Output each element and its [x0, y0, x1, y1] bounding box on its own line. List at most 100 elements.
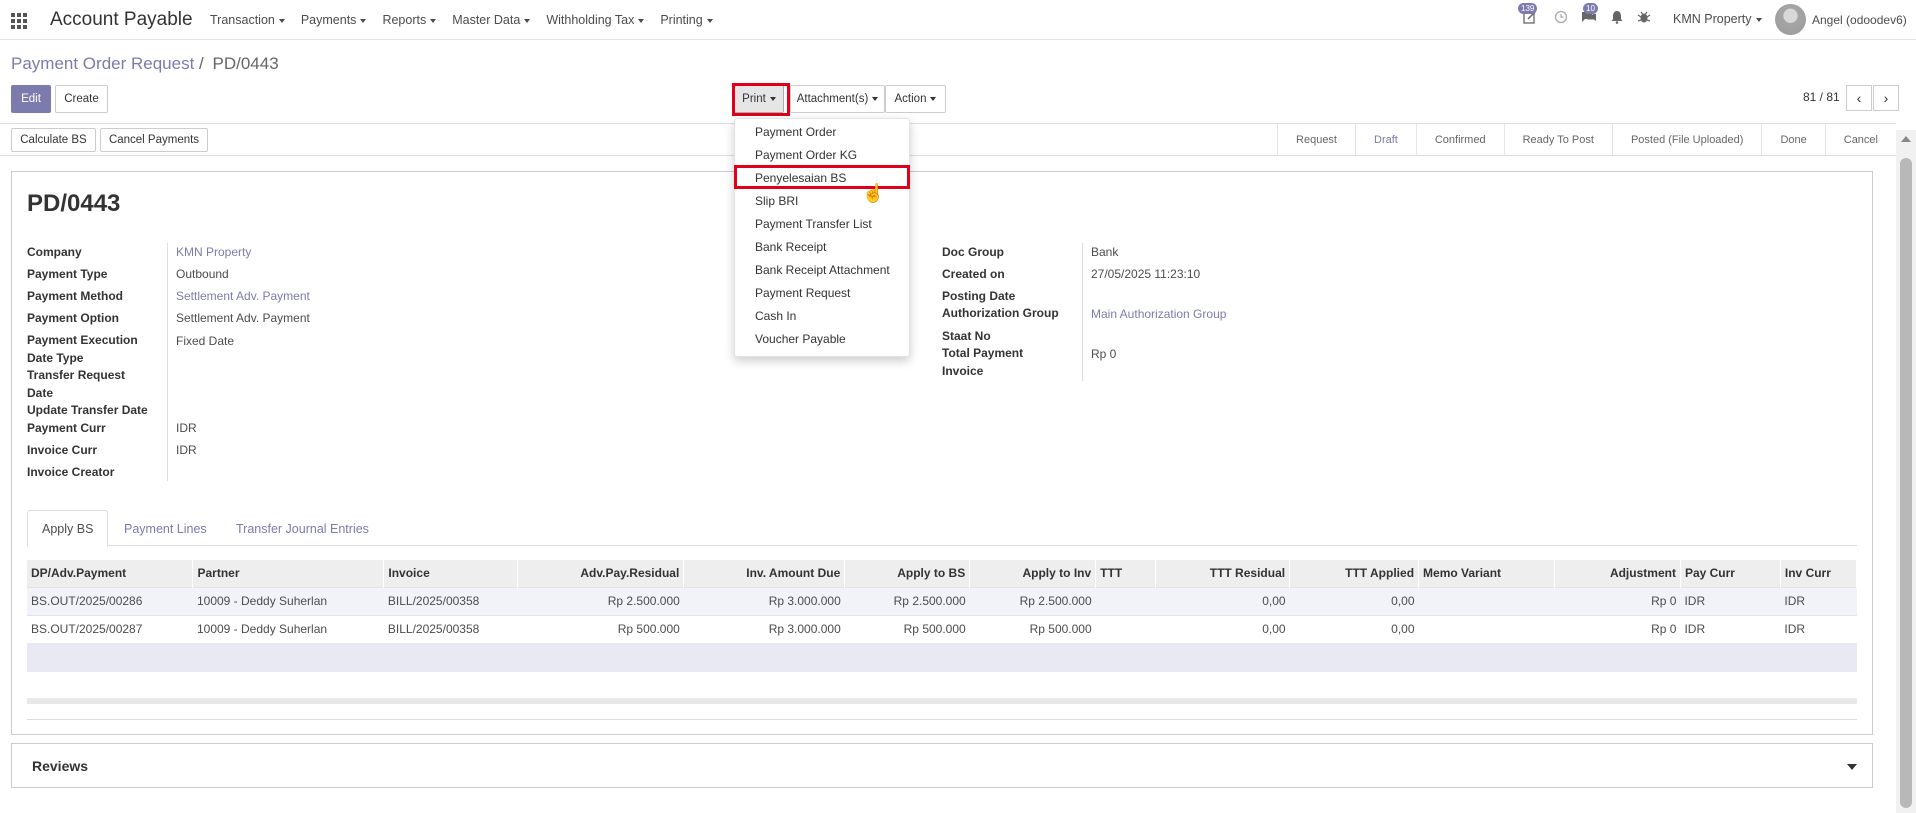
column-header[interactable]: TTT Applied [1289, 560, 1420, 587]
table-row[interactable]: BS.OUT/2025/00287 10009 - Deddy Suherlan… [27, 614, 1857, 643]
column-header[interactable]: Apply to Inv [969, 560, 1097, 587]
exec-date-type-label: Payment Execution Date Type [27, 333, 138, 365]
table-header-row: DP/Adv.Payment Partner Invoice Adv.Pay.R… [27, 560, 1858, 587]
print-item-voucher-payable[interactable]: Voucher Payable [755, 332, 846, 346]
column-header[interactable]: DP/Adv.Payment [27, 560, 194, 587]
authorization-group-value[interactable]: Main Authorization Group [1091, 307, 1226, 321]
apps-menu-icon[interactable] [11, 13, 27, 29]
notebook-tabs: Apply BS Payment Lines Transfer Journal … [27, 510, 1857, 547]
staat-no-label: Staat No [942, 329, 991, 343]
create-button[interactable]: Create [55, 85, 108, 113]
company-value[interactable]: KMN Property [176, 245, 251, 259]
column-header[interactable]: Adjustment [1554, 560, 1681, 587]
table-cell: IDR [1680, 614, 1781, 643]
table-cell: 0,00 [1155, 586, 1290, 615]
pager-value[interactable]: 81 / 81 [1803, 90, 1840, 104]
stage-cancel[interactable]: Cancel [1824, 124, 1896, 155]
menu-master-data[interactable]: Master Data [452, 13, 531, 27]
exec-date-type-value: Fixed Date [176, 334, 235, 348]
breadcrumb-parent[interactable]: Payment Order Request [11, 54, 194, 73]
created-on-label: Created on [942, 267, 1005, 281]
stage-confirmed[interactable]: Confirmed [1415, 124, 1504, 155]
table-cell: BS.OUT/2025/00287 [27, 614, 193, 643]
chevron-down-icon [430, 18, 437, 23]
column-header[interactable]: Memo Variant [1418, 560, 1555, 587]
tab-apply-bs[interactable]: Apply BS [27, 510, 109, 547]
attachments-button[interactable]: Attachment(s) [790, 85, 885, 113]
print-item-cash-in[interactable]: Cash In [755, 309, 796, 323]
reviews-section[interactable]: Reviews [11, 743, 1873, 788]
column-header[interactable]: Invoice [383, 560, 519, 587]
hand-cursor-icon: ☝ [862, 183, 885, 203]
payment-method-value[interactable]: Settlement Adv. Payment [176, 289, 310, 303]
bell-icon[interactable] [1610, 10, 1624, 27]
print-item-payment-order-kg[interactable]: Payment Order KG [755, 148, 857, 162]
avatar[interactable] [1775, 4, 1806, 35]
user-menu[interactable]: Angel (odoodev6) [1812, 13, 1907, 27]
column-header[interactable]: Adv.Pay.Residual [517, 560, 685, 587]
column-header[interactable]: Partner [192, 560, 385, 587]
stage-ready-to-post[interactable]: Ready To Post [1503, 124, 1612, 155]
action-button[interactable]: Action [885, 85, 946, 113]
column-header[interactable]: TTT [1095, 560, 1157, 587]
chevron-down-icon [930, 97, 937, 101]
scroll-up-icon[interactable] [1901, 136, 1911, 142]
chevron-down-icon [706, 18, 713, 23]
print-item-payment-order[interactable]: Payment Order [755, 125, 836, 139]
calculate-bs-button[interactable]: Calculate BS [11, 128, 96, 152]
tab-payment-lines[interactable]: Payment Lines [110, 510, 221, 547]
doc-group-value: Bank [1091, 245, 1119, 259]
table-footer [27, 698, 1857, 704]
chevron-down-icon [872, 97, 879, 101]
cancel-payments-button[interactable]: Cancel Payments [100, 128, 208, 152]
print-item-payment-transfer-list[interactable]: Payment Transfer List [755, 217, 872, 231]
payment-option-value: Settlement Adv. Payment [176, 311, 310, 325]
breadcrumb-separator: / [199, 54, 204, 73]
bug-icon[interactable] [1637, 10, 1651, 27]
stage-done[interactable]: Done [1761, 124, 1824, 155]
chevron-left-icon: ‹ [1856, 90, 1862, 106]
payment-curr-value: IDR [176, 421, 197, 435]
invoice-curr-label: Invoice Curr [27, 443, 98, 457]
column-header[interactable]: Apply to BS [844, 560, 971, 587]
table-cell [1095, 586, 1156, 615]
table-cell [1418, 586, 1555, 615]
clock-icon[interactable] [1554, 10, 1568, 27]
menu-reports[interactable]: Reports [382, 13, 437, 27]
print-dropdown-menu: Payment Order Payment Order KG Penyelesa… [734, 118, 910, 357]
stage-request[interactable]: Request [1277, 124, 1355, 155]
column-header[interactable]: Inv Curr [1780, 560, 1858, 587]
invoice-creator-label: Invoice Creator [27, 465, 115, 479]
app-title: Account Payable [50, 9, 193, 30]
chevron-down-icon [360, 18, 367, 23]
column-header[interactable]: Inv. Amount Due [683, 560, 846, 587]
menu-transaction[interactable]: Transaction [210, 13, 285, 27]
messages-badge: 10 [1583, 3, 1598, 14]
column-header[interactable]: TTT Residual [1155, 560, 1291, 587]
edit-button[interactable]: Edit [11, 85, 51, 113]
table-row[interactable]: BS.OUT/2025/00286 10009 - Deddy Suherlan… [27, 586, 1857, 615]
print-item-slip-bri[interactable]: Slip BRI [755, 194, 798, 208]
menu-printing[interactable]: Printing [660, 13, 713, 27]
print-item-bank-receipt-attachment[interactable]: Bank Receipt Attachment [755, 263, 890, 277]
transfer-request-date-label: Transfer Request Date [27, 368, 126, 400]
scrollbar-thumb[interactable] [1900, 158, 1912, 808]
record-title: PD/0443 [27, 190, 121, 217]
pager-next-button[interactable]: › [1873, 85, 1899, 111]
print-item-payment-request[interactable]: Payment Request [755, 286, 850, 300]
column-header[interactable]: Pay Curr [1680, 560, 1781, 587]
chevron-down-icon [524, 18, 531, 23]
table-cell: BILL/2025/00358 [383, 586, 518, 615]
menu-withholding-tax[interactable]: Withholding Tax [546, 13, 645, 27]
pager-previous-button[interactable]: ‹ [1846, 85, 1872, 111]
update-transfer-date-label: Update Transfer Date [27, 403, 148, 417]
scrollbar[interactable] [1896, 130, 1916, 813]
print-item-bank-receipt[interactable]: Bank Receipt [755, 240, 826, 254]
tab-transfer-journal-entries[interactable]: Transfer Journal Entries [222, 510, 383, 547]
stage-draft[interactable]: Draft [1355, 124, 1416, 155]
stage-posted[interactable]: Posted (File Uploaded) [1611, 124, 1762, 155]
table-cell: Rp 2.500.000 [517, 586, 684, 615]
table-cell: 10009 - Deddy Suherlan [192, 614, 384, 643]
menu-payments[interactable]: Payments [301, 13, 367, 27]
company-switcher[interactable]: KMN Property [1673, 12, 1762, 26]
